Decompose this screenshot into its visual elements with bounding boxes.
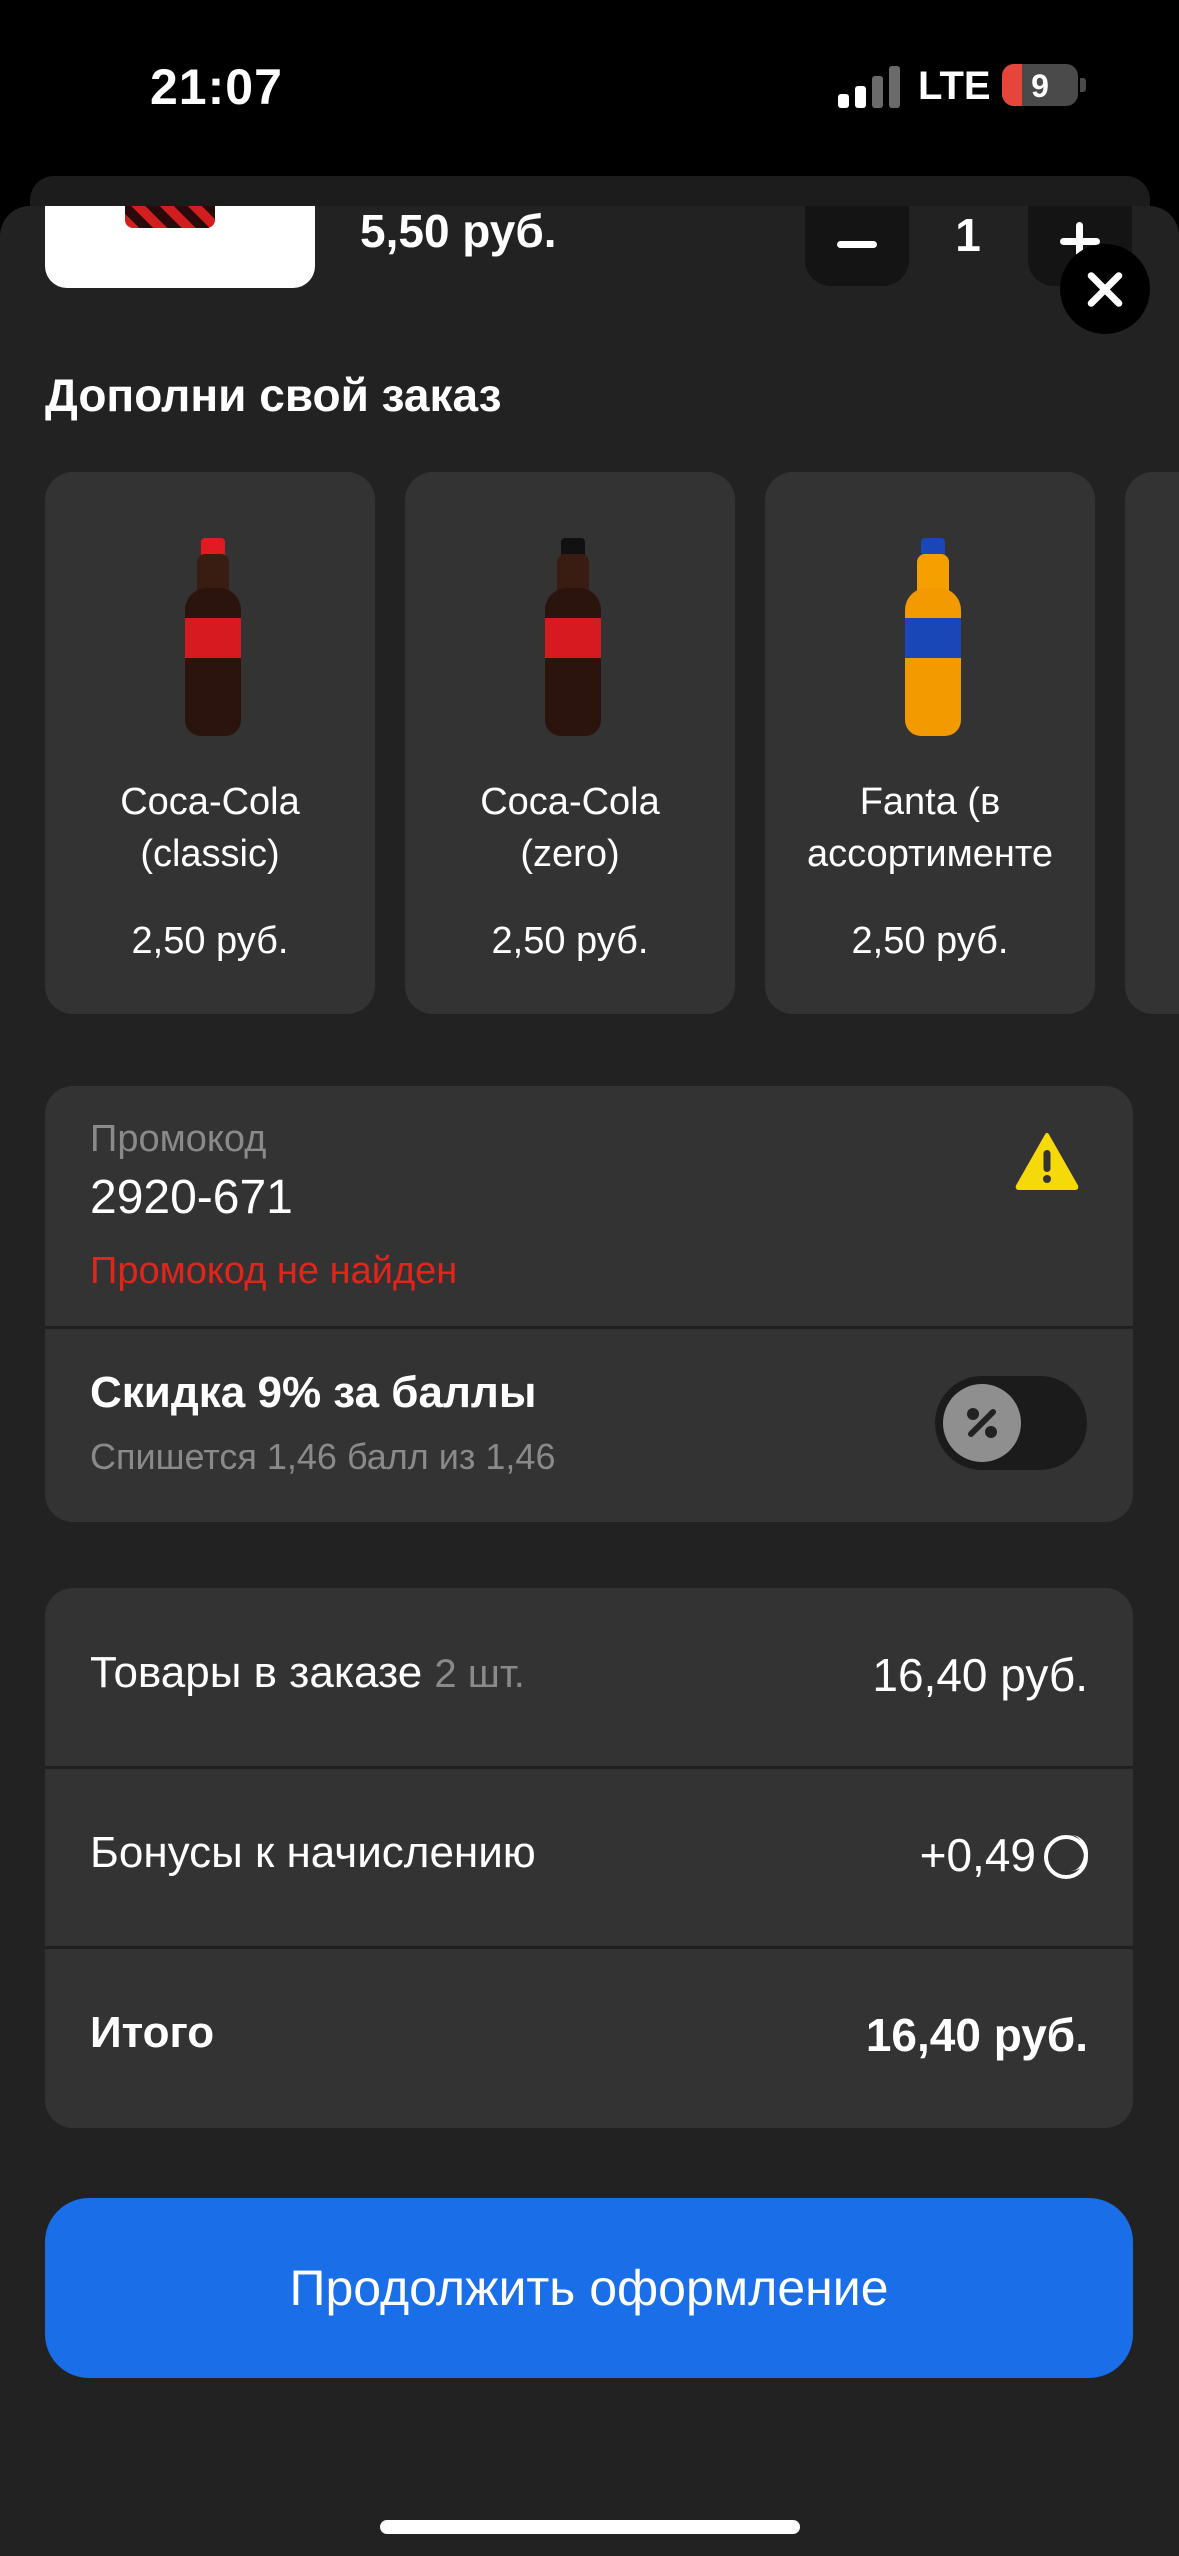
upsell-card[interactable]: Coca-Cola (classic) 2,50 руб.	[45, 472, 375, 1014]
minus-icon	[837, 241, 877, 248]
summary-bonus-row: Бонусы к начислению +0,49	[45, 1768, 1133, 1948]
fanta-bottle-image	[905, 538, 961, 736]
upsell-title: Дополни свой заказ	[45, 369, 502, 421]
order-summary: Товары в заказе 2 шт. 16,40 руб. Бонусы …	[45, 1588, 1133, 2128]
points-discount-title: Скидка 9% за баллы	[90, 1368, 537, 1417]
upsell-item-name: Coca-Cola (classic)	[120, 781, 300, 875]
cellular-signal-icon	[838, 66, 902, 108]
upsell-item-price: 2,50 руб.	[851, 920, 1009, 962]
bonus-label: Бонусы к начислению	[90, 1828, 536, 1877]
bonus-coin-icon	[1044, 1835, 1088, 1879]
upsell-card-partial[interactable]	[1125, 472, 1179, 1014]
total-value: 16,40 руб.	[865, 2009, 1088, 2061]
percent-icon	[943, 1384, 1021, 1462]
items-label: Товары в заказе	[90, 1648, 423, 1697]
cart-item-image	[45, 206, 315, 288]
upsell-card[interactable]: Fanta (в ассортименте 2,50 руб.	[765, 472, 1095, 1014]
summary-items-row: Товары в заказе 2 шт. 16,40 руб.	[45, 1588, 1133, 1768]
continue-checkout-button[interactable]: Продолжить оформление	[45, 2198, 1133, 2378]
cart-sheet: 5,50 руб. 1 Дополни свой заказ Coca-Cola…	[0, 206, 1179, 2556]
coca-cola-bottle-image	[185, 538, 241, 736]
items-total: 16,40 руб.	[872, 1649, 1088, 1701]
home-indicator	[380, 2520, 800, 2534]
battery-level: 9	[1031, 68, 1049, 104]
quantity-value: 1	[955, 209, 981, 261]
upsell-item-name: Coca-Cola (zero)	[480, 781, 660, 875]
warning-icon	[1015, 1133, 1079, 1190]
status-bar: 21:07 LTE 9	[0, 0, 1179, 170]
upsell-item-price: 2,50 руб.	[491, 920, 649, 962]
promo-discount-card: Промокод 2920-671 Промокод не найден Ски…	[45, 1086, 1133, 1522]
cart-item-price: 5,50 руб.	[360, 206, 557, 257]
total-label: Итого	[90, 2008, 215, 2057]
coca-cola-zero-bottle-image	[545, 538, 601, 736]
promo-code-error: Промокод не найден	[90, 1250, 458, 1292]
upsell-card[interactable]: Coca-Cola (zero) 2,50 руб.	[405, 472, 735, 1014]
quantity-decrease-button[interactable]	[805, 206, 909, 286]
battery-icon: 9	[1002, 64, 1078, 106]
upsell-item-price: 2,50 руб.	[131, 920, 289, 962]
upsell-item-name: Fanta (в ассортименте	[807, 781, 1053, 875]
summary-total-row: Итого 16,40 руб.	[45, 1948, 1133, 2128]
points-discount-toggle[interactable]	[935, 1376, 1087, 1470]
close-button[interactable]	[1060, 244, 1150, 334]
status-time: 21:07	[150, 59, 283, 115]
promo-code-input[interactable]: 2920-671	[90, 1170, 293, 1225]
bonus-value: +0,49	[919, 1829, 1036, 1881]
network-type: LTE	[918, 64, 991, 108]
items-count: 2 шт.	[434, 1652, 525, 1696]
cart-item-row: 5,50 руб. 1	[0, 206, 1179, 288]
points-discount-subtitle: Спишется 1,46 балл из 1,46	[90, 1436, 556, 1477]
promo-code-label: Промокод	[90, 1118, 267, 1160]
